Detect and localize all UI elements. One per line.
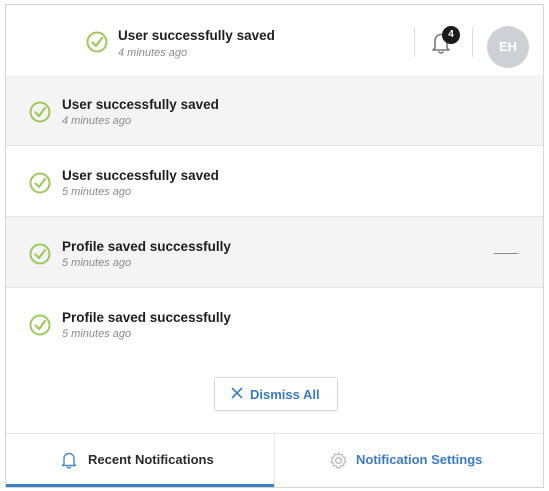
tab-notification-settings[interactable]: Notification Settings	[274, 433, 543, 487]
dismiss-all-button[interactable]: Dismiss All	[214, 377, 338, 411]
notification-panel: User successfully saved 4 minutes ago 4 …	[5, 4, 544, 488]
divider	[414, 27, 415, 57]
dismiss-notification-button[interactable]	[494, 253, 518, 254]
notification-item[interactable]: Profile saved successfully 5 minutes ago	[6, 288, 543, 359]
notification-time: 4 minutes ago	[62, 115, 132, 127]
notification-title: User successfully saved	[62, 97, 219, 112]
tab-label: Notification Settings	[356, 452, 483, 467]
check-circle-icon	[29, 314, 51, 336]
notification-title: Profile saved successfully	[62, 239, 231, 254]
tab-recent-notifications[interactable]: Recent Notifications	[6, 433, 274, 487]
gear-icon	[329, 451, 348, 475]
close-icon	[230, 386, 244, 405]
notification-time: 5 minutes ago	[62, 257, 132, 269]
notification-item[interactable]: User successfully saved 5 minutes ago	[6, 146, 543, 217]
notification-item[interactable]: Profile saved successfully 5 minutes ago	[6, 217, 543, 288]
user-avatar[interactable]: EH	[487, 26, 529, 68]
tab-label: Recent Notifications	[88, 452, 214, 467]
notification-title: User successfully saved	[62, 168, 219, 183]
notification-tabs: Recent Notifications Notification Settin…	[6, 433, 543, 487]
check-circle-icon	[29, 172, 51, 194]
notification-item[interactable]: User successfully saved 4 minutes ago	[6, 75, 543, 146]
notification-time: 5 minutes ago	[62, 186, 132, 198]
check-circle-icon	[29, 101, 51, 123]
divider	[472, 27, 473, 57]
check-circle-icon	[29, 243, 51, 265]
notification-title: Profile saved successfully	[62, 310, 231, 325]
header-notification-time: 4 minutes ago	[118, 47, 188, 59]
notification-time: 5 minutes ago	[62, 328, 132, 340]
header-notification-title: User successfully saved	[118, 28, 275, 43]
bell-icon	[60, 450, 78, 475]
dismiss-all-label: Dismiss All	[250, 387, 320, 402]
check-circle-icon	[86, 31, 108, 53]
notification-count-badge: 4	[442, 26, 460, 44]
notification-header: User successfully saved 4 minutes ago 4 …	[6, 5, 543, 76]
